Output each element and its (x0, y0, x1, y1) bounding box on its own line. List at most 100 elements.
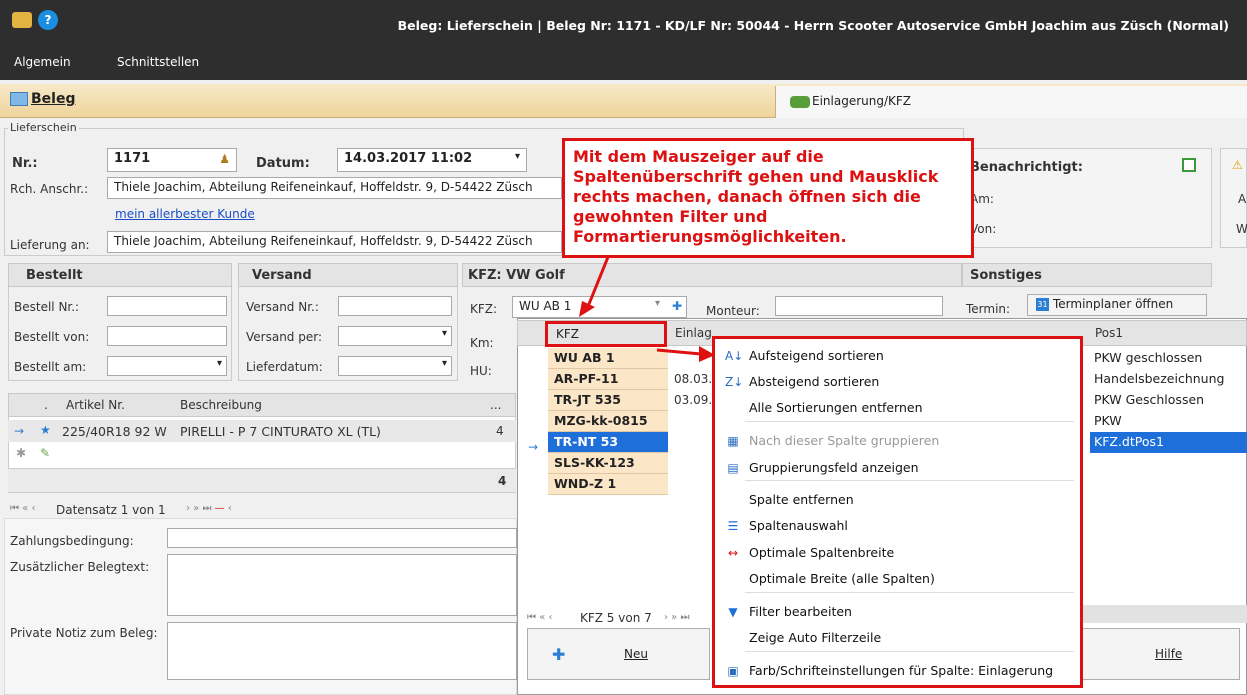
context-menu-item: ▦ Nach dieser Spalte gruppieren (715, 428, 1080, 454)
lieferdatum-label: Lieferdatum: (246, 360, 323, 374)
context-menu-item[interactable]: ▤ Gruppierungsfeld anzeigen (715, 455, 1080, 481)
context-menu-item[interactable]: A↓ Aufsteigend sortieren (715, 343, 1080, 369)
nr-field[interactable]: 1171 ♟ (107, 148, 237, 172)
belegtext-label: Zusätzlicher Belegtext: (10, 560, 150, 574)
menu-schnittstellen[interactable]: Schnittstellen (117, 55, 199, 69)
km-label: Km: (470, 336, 494, 350)
w-label: W (1236, 222, 1247, 236)
monteur-label: Monteur: (706, 304, 760, 318)
bestell-nr-input[interactable] (107, 296, 227, 316)
context-menu-item[interactable]: ↔ Optimale Spaltenbreite (715, 540, 1080, 566)
sum-value: 4 (498, 474, 507, 488)
einlagerung-cell[interactable]: 08.03. (674, 372, 712, 386)
versand-nr-input[interactable] (338, 296, 452, 316)
versand-per-input[interactable]: ▾ (338, 326, 452, 346)
context-menu-item[interactable]: Z↓ Absteigend sortieren (715, 369, 1080, 395)
versand-per-label: Versand per: (246, 330, 323, 344)
pos1-cell[interactable]: Handelsbezeichnung (1090, 369, 1247, 390)
context-menu: A↓ Aufsteigend sortieren Z↓ Absteigend sort… (712, 336, 1083, 688)
hu-label: HU: (470, 364, 492, 378)
pos1-cell[interactable]: KFZ.dtPos1 (1090, 432, 1247, 453)
kfz-cell[interactable]: MZG-kk-0815 (548, 411, 668, 432)
tab-beleg[interactable]: Beleg (10, 91, 75, 107)
versand-nr-label: Versand Nr.: (246, 300, 319, 314)
nav-buttons-right[interactable]: › » ⏭ — ‹ (186, 503, 232, 514)
pos1-cell[interactable]: PKW geschlossen (1090, 348, 1247, 369)
col-einlagerung[interactable]: Einlagerung (675, 326, 711, 340)
col-pos1[interactable]: Pos1 (1095, 326, 1123, 340)
pos1-cell[interactable]: PKW (1090, 411, 1247, 432)
menu-arrow (656, 346, 715, 362)
kfz-cell[interactable]: WND-Z 1 (548, 474, 668, 495)
hilfe-button[interactable]: Hilfe (1080, 628, 1240, 680)
document-icon (10, 92, 28, 106)
kfz-record-counter: KFZ 5 von 7 (580, 611, 652, 625)
context-menu-item[interactable]: ☰ Spaltenauswahl (715, 513, 1080, 539)
context-menu-item[interactable]: ▼ Filter bearbeiten (715, 599, 1080, 625)
customer-link[interactable]: mein allerbester Kunde (115, 207, 255, 221)
kfz-column-header[interactable]: KFZ (545, 321, 667, 347)
context-menu-item[interactable]: Alle Sortierungen entfernen (715, 395, 1080, 421)
bestellt-von-label: Bestellt von: (14, 330, 90, 344)
calendar-icon: 31 (1036, 298, 1049, 311)
tab-einlagerung[interactable]: Einlagerung/KFZ (790, 94, 911, 108)
menu-separator (745, 421, 1074, 422)
add-car-icon[interactable]: ✚ (672, 299, 682, 313)
col-beschreibung[interactable]: Beschreibung (180, 398, 262, 412)
chevron-down-icon: ▾ (216, 358, 222, 369)
col-more[interactable]: ... (490, 398, 501, 412)
pos1-cell[interactable] (1090, 453, 1247, 474)
instruction-callout: Mit dem Mauszeiger auf die Spaltenübersc… (562, 138, 974, 258)
col-artikel-nr[interactable]: Artikel Nr. (66, 398, 125, 412)
kfz-label: KFZ: (470, 302, 498, 316)
context-menu-item[interactable]: Optimale Breite (alle Spalten) (715, 566, 1080, 592)
row-arrow-icon: → (528, 440, 539, 454)
kfz-cell[interactable]: SLS-KK-123 (548, 453, 668, 474)
monteur-input[interactable] (775, 296, 943, 316)
zahlung-input[interactable] (167, 528, 517, 548)
group-panel-icon: ▤ (727, 461, 739, 475)
rch-field[interactable]: Thiele Joachim, Abteilung Reifeneinkauf,… (107, 177, 562, 199)
row-beschreibung: PIRELLI - P 7 CINTURATO XL (TL) (180, 424, 381, 439)
context-menu-label: Alle Sortierungen entfernen (749, 400, 923, 415)
context-menu-label: Nach dieser Spalte gruppieren (749, 433, 940, 448)
help-icon[interactable]: ? (38, 10, 58, 30)
kfz-nav-right[interactable]: › » ⏭ (664, 612, 689, 623)
kfz-cell[interactable]: WU AB 1 (548, 348, 668, 369)
bestellt-title: Bestellt (26, 268, 83, 283)
menu-algemein[interactable]: Algemein (14, 55, 71, 69)
kfz-cell[interactable]: AR-PF-11 (548, 369, 668, 390)
kfz-nav-buttons[interactable]: ⏮ « ‹ (527, 612, 552, 623)
lieferdatum-input[interactable]: ▾ (338, 356, 452, 376)
bestell-nr-label: Bestell Nr.: (14, 300, 80, 314)
einlagerung-cell[interactable]: 03.09. (674, 393, 712, 407)
context-menu-item[interactable]: Zeige Auto Filterzeile (715, 625, 1080, 651)
pos1-cell[interactable] (1090, 474, 1247, 495)
neu-button[interactable]: ✚ Neu (527, 628, 710, 680)
kfz-cell[interactable]: TR-NT 53 (548, 432, 668, 453)
kfz-cell[interactable]: TR-JT 535 (548, 390, 668, 411)
bestellt-von-input[interactable] (107, 326, 227, 346)
a-label: A (1238, 192, 1247, 206)
bestellt-am-input[interactable]: ▾ (107, 356, 227, 376)
context-menu-item[interactable]: ▣ Farb/Schrifteinstellungen für Spalte: E… (715, 658, 1080, 684)
context-menu-label: Gruppierungsfeld anzeigen (749, 460, 919, 475)
menu-separator (745, 592, 1074, 593)
sum-row (8, 468, 516, 492)
pencil-icon: ✎ (40, 446, 51, 460)
pos1-cell[interactable]: PKW Geschlossen (1090, 390, 1247, 411)
chevron-down-icon: ▾ (441, 328, 447, 339)
nav-buttons[interactable]: ⏮ « ‹ (10, 503, 35, 514)
benachrichtigt-checkbox[interactable] (1182, 158, 1196, 172)
nr-label: Nr.: (12, 156, 38, 171)
terminplaner-button[interactable]: 31 Terminplaner öffnen (1027, 294, 1207, 316)
zahlung-label: Zahlungsbedingung: (10, 534, 134, 548)
context-menu-item[interactable]: Spalte entfernen (715, 487, 1080, 513)
lieferung-field[interactable]: Thiele Joachim, Abteilung Reifeneinkauf,… (107, 231, 562, 253)
context-menu-label: Spalte entfernen (749, 492, 854, 507)
datum-field[interactable]: 14.03.2017 11:02 ▾ (337, 148, 527, 172)
belegtext-input[interactable] (167, 554, 517, 616)
group-icon: ▦ (727, 434, 739, 448)
app-icon[interactable] (12, 12, 32, 28)
privat-input[interactable] (167, 622, 517, 680)
